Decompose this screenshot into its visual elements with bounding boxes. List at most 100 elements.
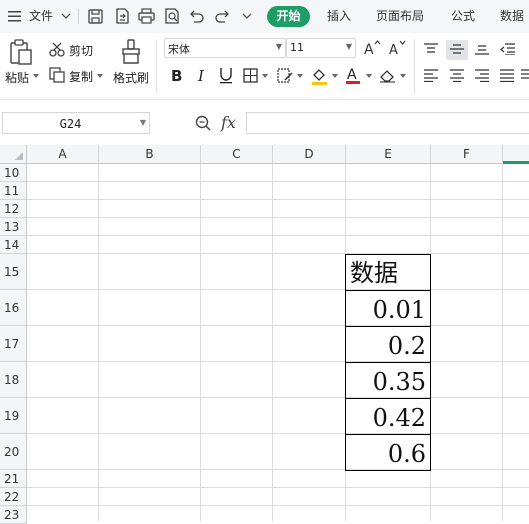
- row-header-22[interactable]: 22: [0, 488, 27, 506]
- column-header-d[interactable]: D: [273, 145, 346, 164]
- gridline: [27, 235, 529, 236]
- print-preview-icon[interactable]: [164, 8, 180, 24]
- format-painter-icon[interactable]: [121, 39, 141, 65]
- row-header-11[interactable]: 11: [0, 182, 27, 200]
- font-grow-icon[interactable]: A: [364, 40, 381, 56]
- font-name-value: 宋体: [168, 43, 190, 56]
- svg-text:B: B: [171, 67, 182, 83]
- formula-bar: G24 ▼ fx: [0, 99, 529, 146]
- column-header-a[interactable]: A: [27, 145, 99, 164]
- print-icon[interactable]: [138, 8, 155, 24]
- align-top-icon[interactable]: [424, 43, 438, 55]
- row-header-10[interactable]: 10: [0, 164, 27, 182]
- row-header-23[interactable]: 23: [0, 506, 27, 524]
- cell-e15[interactable]: 数据: [345, 254, 431, 291]
- indent-icon[interactable]: [500, 43, 515, 55]
- row-header-12[interactable]: 12: [0, 200, 27, 218]
- tab-home[interactable]: 开始: [267, 6, 310, 27]
- underline-icon[interactable]: [219, 67, 233, 84]
- more-icon[interactable]: [242, 13, 252, 20]
- chevron-down-icon[interactable]: [366, 74, 372, 79]
- chevron-down-icon[interactable]: [332, 74, 338, 79]
- cut-button[interactable]: 剪切: [69, 42, 93, 59]
- chevron-down-icon[interactable]: [400, 74, 406, 79]
- cell-e16[interactable]: 0.01: [345, 290, 431, 327]
- font-size-value: 11: [290, 41, 304, 54]
- divider: [78, 9, 79, 24]
- row-header-19[interactable]: 19: [0, 398, 27, 434]
- format-painter-button[interactable]: 格式刷: [113, 69, 149, 86]
- fx-icon[interactable]: fx: [221, 113, 236, 132]
- formula-input[interactable]: [246, 112, 529, 134]
- font-size-select[interactable]: 11 ▼: [286, 38, 356, 58]
- chevron-down-icon[interactable]: [262, 74, 268, 79]
- gridline: [27, 487, 529, 488]
- clear-icon[interactable]: [379, 68, 396, 83]
- chevron-down-icon[interactable]: [33, 74, 39, 79]
- gridline: [27, 361, 529, 362]
- row-header-13[interactable]: 13: [0, 218, 27, 236]
- tab-formulas[interactable]: 公式: [451, 0, 475, 33]
- row-header-18[interactable]: 18: [0, 362, 27, 398]
- copy-icon[interactable]: [49, 67, 65, 83]
- font-name-select[interactable]: 宋体 ▼: [164, 38, 286, 58]
- paste-button[interactable]: 粘贴: [5, 69, 29, 86]
- column-header-f[interactable]: F: [431, 145, 503, 164]
- column-header-c[interactable]: C: [201, 145, 273, 164]
- menu-icon[interactable]: [8, 10, 22, 22]
- row-header-16[interactable]: 16: [0, 290, 27, 326]
- gridline: [27, 433, 529, 434]
- svg-text:I: I: [197, 67, 205, 83]
- align-left-icon[interactable]: [424, 69, 438, 82]
- row-header-14[interactable]: 14: [0, 236, 27, 254]
- column-header-b[interactable]: B: [99, 145, 201, 164]
- border-icon[interactable]: [243, 68, 258, 83]
- redo-icon[interactable]: [215, 9, 230, 23]
- undo-icon[interactable]: [189, 9, 204, 23]
- font-shrink-icon[interactable]: A: [389, 40, 406, 56]
- row-header-21[interactable]: 21: [0, 470, 27, 488]
- italic-icon[interactable]: I: [196, 67, 208, 83]
- bold-icon[interactable]: B: [170, 67, 184, 83]
- zoom-icon[interactable]: [195, 115, 212, 132]
- gridline: [27, 505, 529, 506]
- chevron-down-icon[interactable]: [61, 13, 71, 20]
- cell-e17[interactable]: 0.2: [345, 326, 431, 363]
- svg-text:A: A: [364, 42, 374, 56]
- file-menu[interactable]: 文件: [29, 0, 53, 33]
- divider: [156, 39, 157, 93]
- column-header-g[interactable]: [503, 145, 529, 164]
- cell-e20[interactable]: 0.6: [345, 434, 431, 471]
- align-right-icon[interactable]: [475, 69, 489, 82]
- gridline: [27, 469, 529, 470]
- chevron-down-icon[interactable]: [297, 74, 303, 79]
- justify-icon[interactable]: [500, 69, 514, 82]
- select-all-corner[interactable]: [0, 145, 27, 164]
- font-color-icon[interactable]: A: [345, 66, 361, 85]
- tab-insert[interactable]: 插入: [327, 0, 351, 33]
- export-icon[interactable]: [114, 8, 130, 24]
- cell-e18[interactable]: 0.35: [345, 362, 431, 399]
- row-header-17[interactable]: 17: [0, 326, 27, 362]
- column-header-e[interactable]: E: [346, 145, 431, 164]
- cut-icon[interactable]: [49, 42, 65, 57]
- save-icon[interactable]: [88, 9, 103, 24]
- selected-column-indicator: [503, 161, 529, 164]
- copy-button[interactable]: 复制: [69, 68, 93, 85]
- wrap-icon[interactable]: [521, 69, 529, 82]
- align-center-icon[interactable]: [450, 69, 464, 82]
- fill-color-icon[interactable]: [311, 67, 328, 85]
- tab-page-layout[interactable]: 页面布局: [376, 0, 424, 33]
- align-bottom-icon[interactable]: [475, 43, 489, 55]
- paste-icon[interactable]: [9, 39, 33, 65]
- cell-style-icon[interactable]: [277, 68, 293, 83]
- tab-data[interactable]: 数据: [500, 0, 524, 33]
- row-header-15[interactable]: 15: [0, 254, 27, 290]
- row-header-20[interactable]: 20: [0, 434, 27, 470]
- chevron-down-icon[interactable]: [97, 74, 103, 79]
- name-box[interactable]: G24 ▼: [2, 112, 150, 134]
- align-middle-icon[interactable]: [450, 43, 464, 55]
- chevron-down-icon: ▼: [139, 118, 146, 127]
- cell-e19[interactable]: 0.42: [345, 398, 431, 435]
- gridline: [27, 199, 529, 200]
